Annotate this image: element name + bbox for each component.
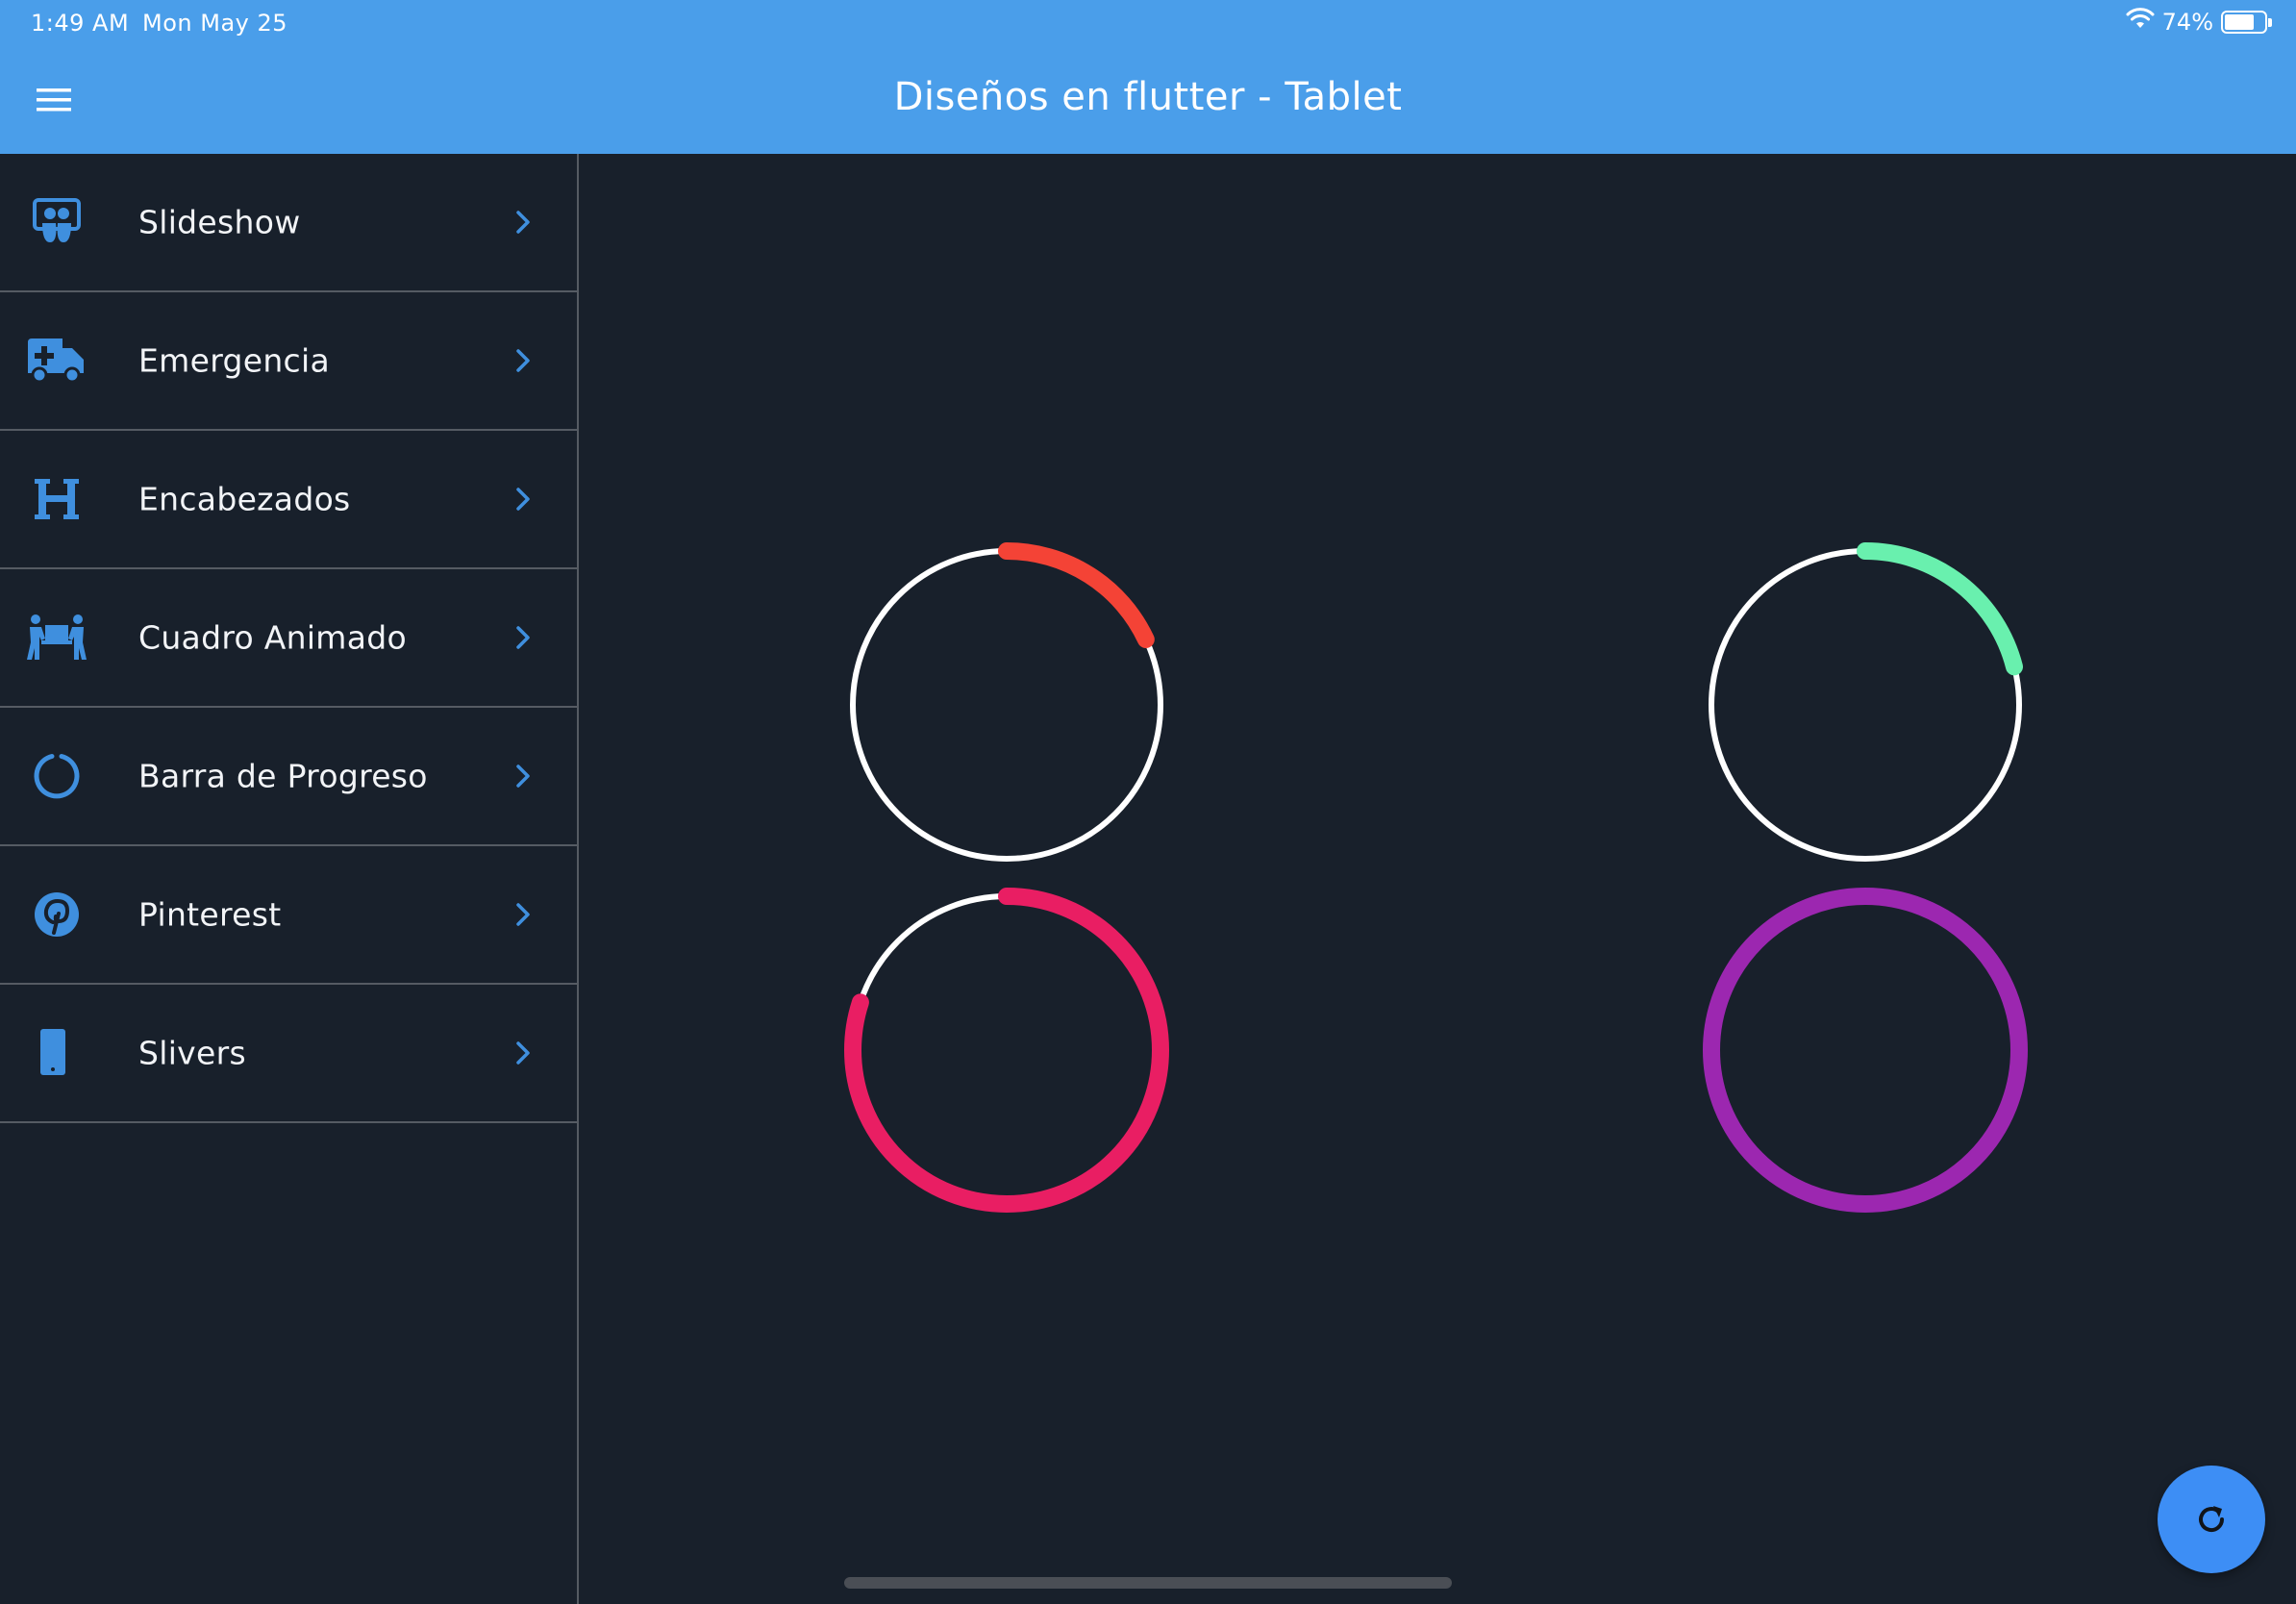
ambulance-icon [25, 329, 88, 392]
progress-ring-red [844, 542, 1169, 867]
sidebar-item-emergencia[interactable]: Emergencia [0, 292, 577, 431]
mobile-icon [25, 1021, 88, 1085]
circle-notch-icon [25, 744, 88, 808]
wifi-icon [2126, 8, 2155, 37]
status-indicators: 74% [2126, 8, 2272, 37]
heading-icon [25, 467, 88, 531]
chevron-right-icon [504, 480, 542, 518]
chevron-right-icon [504, 341, 542, 380]
sidebar-item-slideshow[interactable]: Slideshow [0, 154, 577, 292]
battery-level [2225, 14, 2254, 30]
sidebar-item-label: Slideshow [138, 203, 301, 241]
sidebar-item-label: Pinterest [138, 895, 282, 934]
home-indicator [844, 1577, 1452, 1589]
sidebar-item-barra-de-progreso[interactable]: Barra de Progreso [0, 708, 577, 846]
chevron-right-icon [504, 618, 542, 657]
sidebar-item-label: Barra de Progreso [138, 757, 428, 795]
pinterest-icon [25, 883, 88, 946]
progress-ring-arc [1703, 888, 2028, 1213]
status-time: 1:49 AM [31, 10, 130, 37]
progress-ring-pink [844, 888, 1169, 1213]
chevron-right-icon [504, 895, 542, 934]
refresh-icon [2199, 1506, 2225, 1533]
app-bar: 1:49 AM Mon May 25 74% Diseños en flutte… [0, 0, 2296, 154]
people-carry-icon [25, 606, 88, 669]
sidebar-item-pinterest[interactable]: Pinterest [0, 846, 577, 985]
refresh-button[interactable] [2158, 1466, 2265, 1573]
sidebar-menu: Slideshow Emergencia Encabezados Cuadro … [0, 154, 579, 1604]
progress-ring-green [1703, 542, 2028, 867]
progress-content [579, 154, 2296, 1604]
chevron-right-icon [504, 1034, 542, 1072]
slideshow-icon [25, 190, 88, 254]
status-date: Mon May 25 [142, 10, 288, 37]
sidebar-item-slivers[interactable]: Slivers [0, 985, 577, 1123]
sidebar-item-label: Encabezados [138, 480, 351, 518]
progress-ring-purple [1703, 888, 2028, 1213]
sidebar-item-label: Slivers [138, 1034, 246, 1072]
sidebar-item-label: Emergencia [138, 341, 330, 380]
battery-percent: 74% [2161, 9, 2213, 36]
sidebar-item-encabezados[interactable]: Encabezados [0, 431, 577, 569]
chevron-right-icon [504, 757, 542, 795]
page-title: Diseños en flutter - Tablet [893, 75, 1403, 119]
sidebar-item-cuadro-animado[interactable]: Cuadro Animado [0, 569, 577, 708]
sidebar-item-label: Cuadro Animado [138, 618, 408, 657]
chevron-right-icon [504, 203, 542, 241]
battery-icon [2221, 11, 2272, 34]
